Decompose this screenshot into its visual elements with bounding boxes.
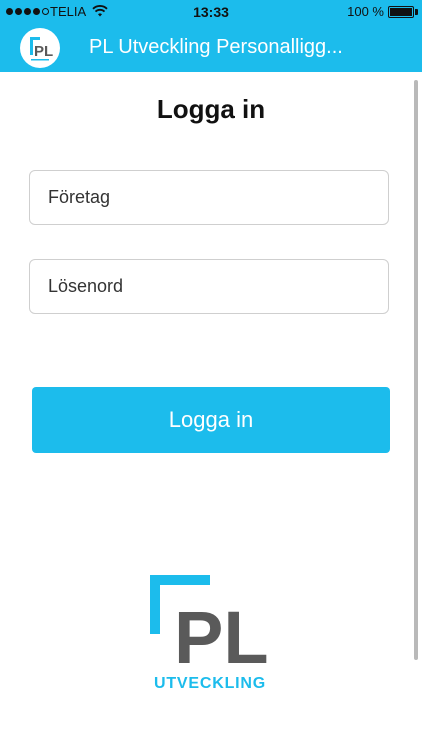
battery-icon xyxy=(388,6,414,18)
status-bar: TELIA 13:33 100 % xyxy=(0,0,422,24)
battery-tip xyxy=(415,9,418,15)
svg-text:PL: PL xyxy=(174,596,269,679)
scrollbar[interactable] xyxy=(414,80,418,660)
password-field[interactable] xyxy=(29,259,389,314)
pl-utveckling-logo: PL UTVECKLING xyxy=(150,575,270,695)
page-title: Logga in xyxy=(156,94,266,124)
svg-text:UTVECKLING: UTVECKLING xyxy=(154,675,266,692)
company-field[interactable] xyxy=(29,170,389,225)
app-title: PL Utveckling Personalligg... xyxy=(89,36,343,58)
pl-utveckling-logo-icon[interactable]: PL xyxy=(20,28,60,68)
login-button[interactable]: Logga in xyxy=(32,387,390,453)
top-bar: TELIA 13:33 100 % PL PL Utveckling Perso… xyxy=(0,0,422,72)
svg-text:PL: PL xyxy=(34,43,53,60)
battery-percentage: 100 % xyxy=(347,4,384,19)
